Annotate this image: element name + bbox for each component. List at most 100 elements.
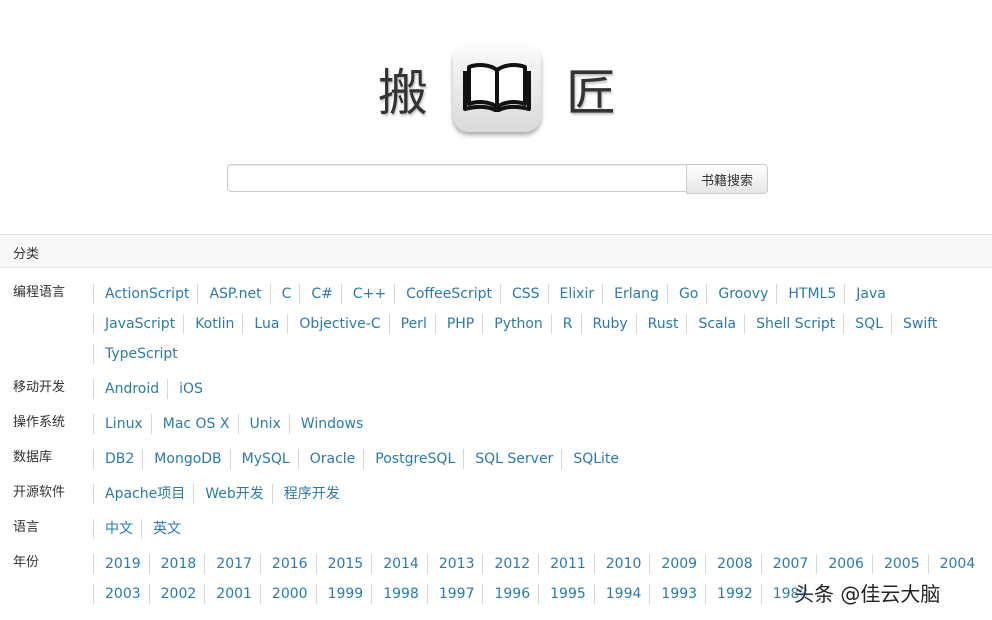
category-link[interactable]: 2001 bbox=[204, 584, 260, 604]
category-links: Android iOS bbox=[93, 378, 963, 408]
category-link[interactable]: 2002 bbox=[148, 584, 205, 604]
category-link[interactable]: 1994 bbox=[593, 584, 650, 604]
category-link[interactable]: 2008 bbox=[705, 554, 761, 574]
search-button[interactable]: 书籍搜索 bbox=[686, 164, 768, 194]
category-label: 开源软件 bbox=[13, 485, 66, 500]
category-link[interactable]: 2007 bbox=[760, 554, 817, 574]
category-label: 语言 bbox=[13, 520, 40, 535]
category-link[interactable]: 2015 bbox=[315, 554, 372, 574]
category-link[interactable]: Apache项目 bbox=[93, 484, 193, 504]
category-link[interactable]: Ruby bbox=[580, 314, 636, 334]
category-link-line: Linux Mac OS X Unix Windows bbox=[93, 413, 963, 443]
search-input[interactable] bbox=[227, 164, 691, 192]
category-link[interactable]: 2006 bbox=[816, 554, 872, 574]
category-link[interactable]: ActionScript bbox=[93, 284, 197, 304]
category-link[interactable]: Go bbox=[666, 284, 706, 304]
category-link[interactable]: Android bbox=[93, 379, 167, 399]
page: 搬 匠 书籍搜索 分类 编程语言 ActionScript ASP.net C C# C+… bbox=[0, 0, 992, 620]
category-link[interactable]: 2010 bbox=[593, 554, 650, 574]
category-link[interactable]: CoffeeScript bbox=[394, 284, 500, 304]
category-link[interactable]: 2012 bbox=[482, 554, 538, 574]
category-link[interactable]: SQL Server bbox=[463, 449, 561, 469]
category-link-line: DB2 MongoDB MySQL Oracle PostgreSQL SQL Serve… bbox=[93, 448, 963, 478]
category-link[interactable]: Java bbox=[844, 284, 894, 304]
category-link[interactable]: Shell Script bbox=[744, 314, 843, 334]
category-link[interactable]: C++ bbox=[340, 284, 394, 304]
category-link[interactable]: ASP.net bbox=[197, 284, 269, 304]
category-link[interactable]: 2016 bbox=[259, 554, 316, 574]
category-link[interactable]: R bbox=[550, 314, 581, 334]
category-link[interactable]: MySQL bbox=[229, 449, 298, 469]
category-link[interactable]: Oracle bbox=[297, 449, 364, 469]
category-label: 编程语言 bbox=[13, 285, 66, 300]
category-link[interactable]: Mac OS X bbox=[150, 414, 238, 434]
category-link[interactable]: 1992 bbox=[705, 584, 761, 604]
category-link[interactable]: 1995 bbox=[538, 584, 594, 604]
category-link[interactable]: SQLite bbox=[561, 449, 627, 469]
category-link[interactable]: MongoDB bbox=[142, 449, 229, 469]
category-link[interactable]: Python bbox=[482, 314, 551, 334]
category-link[interactable]: 2005 bbox=[871, 554, 928, 574]
category-link[interactable]: iOS bbox=[167, 379, 211, 399]
category-link[interactable]: JavaScript bbox=[93, 314, 183, 334]
category-label: 数据库 bbox=[13, 450, 53, 465]
category-link[interactable]: HTML5 bbox=[776, 284, 844, 304]
category-link[interactable]: 程序开发 bbox=[271, 484, 348, 504]
category-link[interactable]: Elixir bbox=[547, 284, 603, 304]
watermark: 头条 @佳云大脑 bbox=[794, 582, 941, 606]
category-link[interactable]: Objective-C bbox=[287, 314, 388, 334]
category-link[interactable]: Erlang bbox=[602, 284, 667, 304]
category-link[interactable]: Groovy bbox=[706, 284, 776, 304]
category-link[interactable]: 2019 bbox=[93, 554, 149, 574]
category-link[interactable]: Web开发 bbox=[193, 484, 272, 504]
category-link-line: Apache项目 Web开发 程序开发 bbox=[93, 483, 963, 513]
category-links: Apache项目 Web开发 程序开发 bbox=[93, 483, 963, 513]
category-link[interactable]: 1999 bbox=[315, 584, 372, 604]
category-link[interactable]: 2004 bbox=[927, 554, 984, 574]
category-link[interactable]: 2017 bbox=[204, 554, 260, 574]
category-link[interactable]: CSS bbox=[499, 284, 548, 304]
category-link[interactable]: Perl bbox=[388, 314, 435, 334]
category-links: ActionScript ASP.net C C# C++ CoffeeScript CSS… bbox=[93, 283, 963, 373]
category-link[interactable]: Windows bbox=[288, 414, 372, 434]
category-link[interactable]: Scala bbox=[686, 314, 744, 334]
category-link[interactable]: Linux bbox=[93, 414, 151, 434]
category-link-line: JavaScript Kotlin Lua Objective-C Perl PHP Pyt… bbox=[93, 313, 963, 343]
category-link[interactable]: 中文 bbox=[93, 519, 141, 539]
open-book-icon[interactable] bbox=[453, 44, 541, 132]
category-link[interactable]: 1993 bbox=[649, 584, 705, 604]
category-link-line: TypeScript bbox=[93, 343, 963, 373]
category-label: 年份 bbox=[13, 555, 40, 570]
category-link[interactable]: Kotlin bbox=[183, 314, 242, 334]
categories-title: 分类 bbox=[13, 247, 40, 262]
category-link[interactable]: 2013 bbox=[426, 554, 483, 574]
category-link[interactable]: 2011 bbox=[538, 554, 594, 574]
category-links: DB2 MongoDB MySQL Oracle PostgreSQL SQL Serve… bbox=[93, 448, 963, 478]
categories-header: 分类 bbox=[0, 234, 992, 268]
category-link[interactable]: Unix bbox=[237, 414, 289, 434]
category-link[interactable]: 2018 bbox=[148, 554, 205, 574]
category-links: 中文 英文 bbox=[93, 518, 963, 548]
logo-left-char: 搬 bbox=[378, 64, 428, 122]
category-link[interactable]: 2014 bbox=[371, 554, 427, 574]
category-link[interactable]: C# bbox=[299, 284, 341, 304]
category-link[interactable]: DB2 bbox=[93, 449, 142, 469]
category-link[interactable]: TypeScript bbox=[93, 344, 186, 364]
category-link[interactable]: 1998 bbox=[371, 584, 427, 604]
category-label: 移动开发 bbox=[13, 380, 66, 395]
category-link-line: Android iOS bbox=[93, 378, 963, 408]
category-link[interactable]: 1996 bbox=[482, 584, 538, 604]
category-link[interactable]: Lua bbox=[242, 314, 287, 334]
category-link[interactable]: Swift bbox=[891, 314, 945, 334]
category-link[interactable]: 1997 bbox=[426, 584, 483, 604]
category-link[interactable]: PHP bbox=[434, 314, 482, 334]
category-link[interactable]: PostgreSQL bbox=[363, 449, 463, 469]
category-link[interactable]: 英文 bbox=[141, 519, 189, 539]
category-links: Linux Mac OS X Unix Windows bbox=[93, 413, 963, 443]
category-link[interactable]: SQL bbox=[843, 314, 891, 334]
category-link[interactable]: 2009 bbox=[649, 554, 705, 574]
category-link[interactable]: 2000 bbox=[259, 584, 316, 604]
category-link[interactable]: Rust bbox=[635, 314, 687, 334]
category-link[interactable]: C bbox=[269, 284, 300, 304]
category-link[interactable]: 2003 bbox=[93, 584, 149, 604]
